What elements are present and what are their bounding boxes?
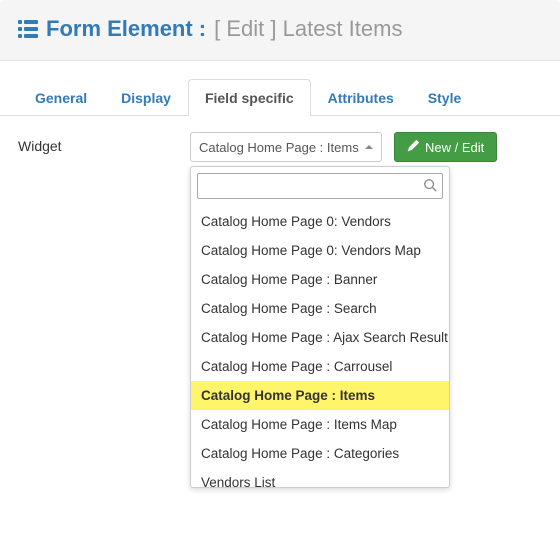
dropdown-search-wrap [191, 167, 449, 205]
dropdown-option[interactable]: Catalog Home Page : Banner [191, 265, 449, 294]
widget-row: Widget Catalog Home Page : Items Catalog… [0, 116, 560, 178]
widget-select-wrap: Catalog Home Page : Items Catalog Home P… [190, 132, 382, 162]
tab-bar: GeneralDisplayField specificAttributesSt… [0, 61, 560, 116]
dropdown-option[interactable]: Catalog Home Page 0: Vendors Map [191, 236, 449, 265]
list-icon [18, 20, 38, 38]
dropdown-option[interactable]: Catalog Home Page : Search [191, 294, 449, 323]
dropdown-list[interactable]: Catalog Home Page 0: VendorsCatalog Home… [191, 205, 449, 487]
edit-icon [407, 140, 419, 155]
dropdown-option[interactable]: Vendors List [191, 468, 449, 487]
dropdown-option[interactable]: Catalog Home Page : Ajax Search Result [191, 323, 449, 352]
dropdown-option[interactable]: Catalog Home Page : Categories [191, 439, 449, 468]
tab-style[interactable]: Style [411, 79, 478, 116]
caret-up-icon [365, 145, 373, 149]
tab-field-specific[interactable]: Field specific [188, 79, 311, 116]
title-strong: Form Element : [46, 16, 206, 42]
widget-select-value: Catalog Home Page : Items [199, 140, 359, 155]
widget-select[interactable]: Catalog Home Page : Items [190, 132, 382, 162]
dropdown-option[interactable]: Catalog Home Page : Carrousel [191, 352, 449, 381]
dropdown-option[interactable]: Catalog Home Page : Items Map [191, 410, 449, 439]
widget-label: Widget [18, 132, 178, 154]
widget-dropdown: Catalog Home Page 0: VendorsCatalog Home… [190, 166, 450, 488]
dropdown-option[interactable]: Catalog Home Page : Items [191, 381, 449, 410]
tab-attributes[interactable]: Attributes [311, 79, 411, 116]
tab-general[interactable]: General [18, 79, 104, 116]
dropdown-option[interactable]: Catalog Home Page 0: Vendors [191, 207, 449, 236]
title-context: [ Edit ] Latest Items [214, 16, 402, 42]
page-title: Form Element : [ Edit ] Latest Items [18, 16, 542, 42]
new-edit-button[interactable]: New / Edit [394, 132, 497, 162]
dropdown-search-input[interactable] [197, 173, 443, 199]
new-edit-label: New / Edit [425, 140, 484, 155]
page-header: Form Element : [ Edit ] Latest Items [0, 0, 560, 61]
tab-display[interactable]: Display [104, 79, 188, 116]
